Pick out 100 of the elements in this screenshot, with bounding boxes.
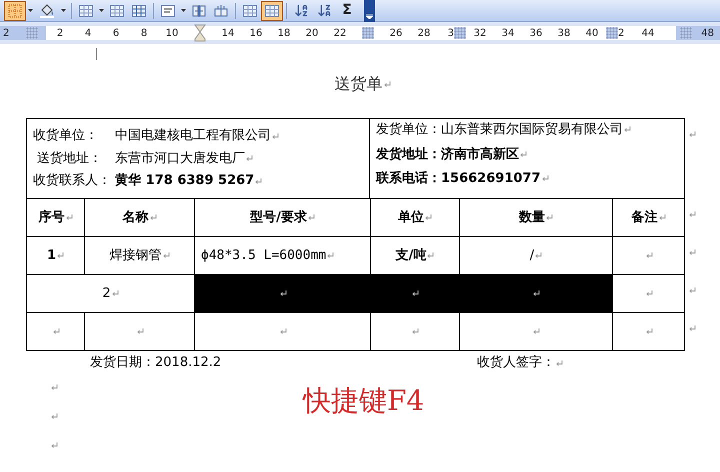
paragraph-mark-icon <box>327 252 334 259</box>
ruler-number: 20 <box>304 26 320 40</box>
ruler-number: 44 <box>640 26 656 40</box>
distribute-rows-icon <box>192 4 206 16</box>
paragraph-mark-icon <box>246 155 254 162</box>
paragraph-mark-icon <box>689 211 696 218</box>
ruler-number: 16 <box>248 26 264 40</box>
paragraph-mark-icon <box>689 249 696 256</box>
caret-icon <box>61 9 66 12</box>
column-header: 单位 <box>398 208 424 227</box>
shortcut-caption: 快捷键F4 <box>303 383 424 419</box>
paragraph-mark-icon <box>520 150 527 158</box>
paragraph-mark-icon <box>412 290 419 297</box>
ruler-number: 34 <box>500 26 516 40</box>
paragraph-mark-icon <box>112 290 119 297</box>
paragraph-mark-icon <box>308 214 315 221</box>
ruler-number: 8 <box>140 26 148 40</box>
ruler-marker[interactable] <box>362 27 374 39</box>
paragraph-mark-icon <box>427 252 434 259</box>
paragraph-mark-icon <box>384 80 390 88</box>
toolbar-options-button[interactable] <box>364 0 375 22</box>
info-line: 发货单位：山东普莱西尔国际贸易有限公司 <box>376 120 623 139</box>
paragraph-mark-icon <box>280 328 286 335</box>
ruler-number: 10 <box>164 26 180 40</box>
info-line: 收货单位： 中国电建核电工程有限公司 <box>33 127 272 146</box>
caret-icon <box>28 9 33 12</box>
ruler-marker[interactable] <box>26 27 38 39</box>
paragraph-mark-icon <box>162 252 170 259</box>
column-header: 序号 <box>38 208 64 227</box>
ruler-number: 26 <box>388 26 404 40</box>
paragraph-mark-icon <box>646 290 652 297</box>
paragraph-mark-icon <box>255 178 262 184</box>
paragraph-mark-icon <box>150 214 156 221</box>
ruler-number: 38 <box>556 26 572 40</box>
split-cells-icon <box>132 4 146 16</box>
table-icon <box>110 4 124 16</box>
cell-text: ϕ48*3.5 L=6000mm <box>201 246 326 265</box>
ship-date: 发货日期：2018.12.2 <box>90 354 222 372</box>
ruler-number: 2 <box>56 26 64 40</box>
paragraph-mark-icon <box>51 442 58 449</box>
paragraph-mark-icon <box>57 252 64 259</box>
column-header: 备注 <box>632 208 658 227</box>
sum-button[interactable]: Σ <box>336 0 358 20</box>
ruler-number: 6 <box>112 26 120 40</box>
borders-icon <box>8 4 22 18</box>
distribute-columns-icon <box>214 4 228 16</box>
ruler-number: 18 <box>276 26 292 40</box>
sort-ascending-icon <box>294 3 309 18</box>
info-line: 送货地址： 东营市河口大唐发电厂 <box>36 150 246 168</box>
paragraph-mark-icon <box>136 328 144 335</box>
info-line: 联系电话：15662691077 <box>376 170 540 188</box>
paragraph-mark-icon <box>51 384 58 391</box>
table-icon <box>265 4 279 16</box>
paragraph-mark-icon <box>535 252 542 259</box>
ruler-number: 22 <box>332 26 348 40</box>
indent-marker-icon[interactable] <box>194 24 206 42</box>
cell-text: 支/吨 <box>396 246 426 265</box>
paragraph-mark-icon <box>412 328 419 335</box>
paragraph-mark-icon <box>280 290 286 297</box>
paragraph-mark-icon <box>556 360 564 366</box>
paragraph-mark-icon <box>624 126 631 134</box>
ruler-number: 40 <box>584 26 600 40</box>
column-header: 名称 <box>122 208 148 227</box>
paragraph-mark-icon <box>689 325 696 332</box>
cell-text: 1 <box>46 246 56 265</box>
column-header: 数量 <box>519 208 545 227</box>
ruler-number: 2 <box>3 26 10 40</box>
chevron-icon <box>366 14 373 18</box>
paragraph-mark-icon <box>689 131 696 138</box>
info-line: 发货地址：济南市高新区 <box>376 146 519 164</box>
ruler-number: 3 <box>448 26 454 40</box>
signature-label: 收货人签字： <box>477 354 556 372</box>
align-icon <box>161 4 175 16</box>
caret-icon <box>99 9 104 12</box>
ruler-number: 32 <box>472 26 488 40</box>
paragraph-mark-icon <box>646 328 652 335</box>
paragraph-mark-icon <box>689 287 696 294</box>
ruler-marker[interactable] <box>454 27 466 39</box>
ruler-number: 2 <box>618 26 624 40</box>
table-icon <box>79 4 93 16</box>
paragraph-mark-icon <box>658 214 666 221</box>
cell-text: / <box>530 246 534 265</box>
paint-bucket-icon <box>39 4 55 18</box>
ruler-number: 48 <box>701 26 714 40</box>
cell-text: 2 <box>102 284 111 303</box>
ruler-marker[interactable] <box>606 27 618 39</box>
paragraph-mark-icon <box>542 175 548 182</box>
table-autoformat-icon <box>243 4 257 16</box>
paragraph-mark-icon <box>533 290 540 297</box>
paragraph-mark-icon <box>66 214 72 221</box>
paragraph-mark-icon <box>425 214 432 221</box>
sort-descending-icon <box>317 3 332 18</box>
ruler-number: 14 <box>220 26 236 40</box>
paragraph-mark-icon <box>51 413 58 420</box>
paragraph-mark-icon <box>533 328 540 335</box>
ruler-number: 36 <box>528 26 544 40</box>
ruler-marker[interactable] <box>680 27 692 39</box>
borders-button[interactable] <box>4 0 26 20</box>
gridlines-button[interactable] <box>261 0 283 20</box>
paragraph-mark-icon <box>52 328 60 335</box>
